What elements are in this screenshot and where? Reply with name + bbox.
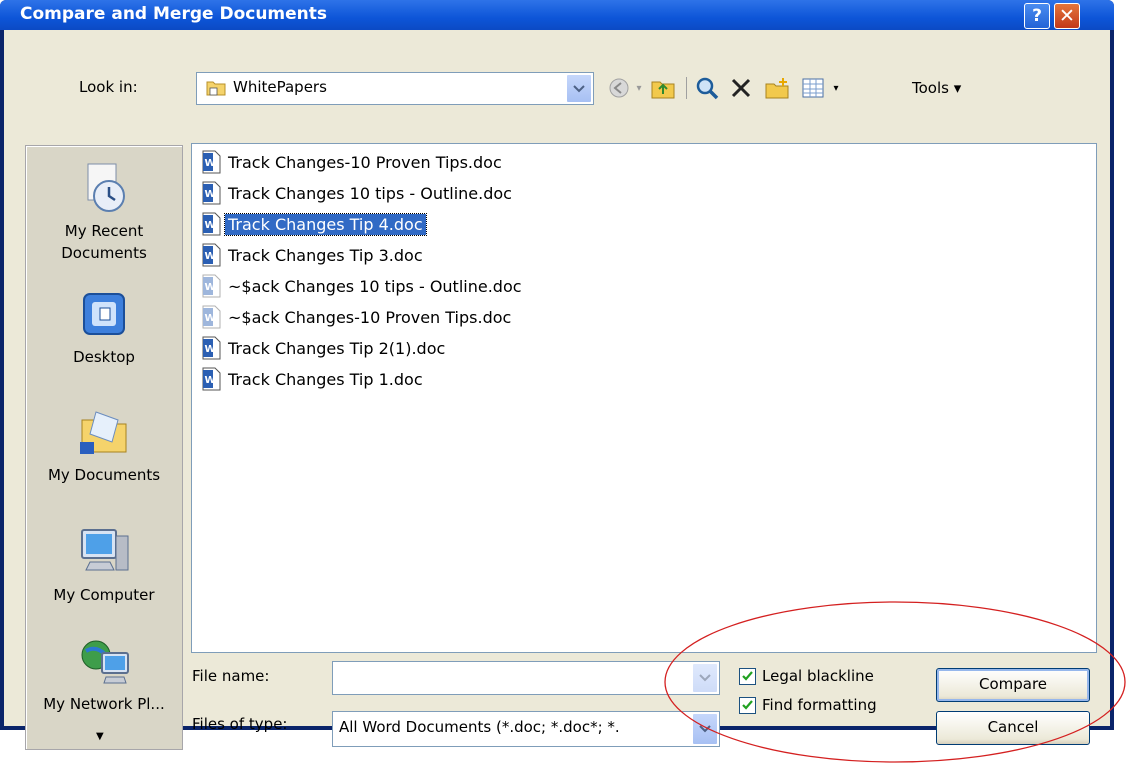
place-my-network[interactable]: My Network Pl... bbox=[26, 633, 182, 729]
folder-icon bbox=[206, 81, 226, 96]
toolbar-separator bbox=[684, 76, 688, 100]
word-document-icon: W bbox=[202, 212, 221, 236]
my-network-icon bbox=[81, 640, 129, 684]
file-item[interactable]: W ~$ack Changes-10 Proven Tips.doc bbox=[200, 304, 514, 330]
word-document-icon: W bbox=[202, 181, 221, 205]
file-name: Track Changes-10 Proven Tips.doc bbox=[228, 152, 502, 172]
file-name: Track Changes Tip 3.doc bbox=[228, 245, 423, 265]
legal-blackline-checkbox[interactable]: Legal blackline bbox=[739, 667, 874, 685]
place-my-documents[interactable]: My Documents bbox=[26, 404, 182, 486]
file-name: Track Changes Tip 2(1).doc bbox=[228, 338, 446, 358]
file-item[interactable]: W Track Changes Tip 4.doc bbox=[200, 211, 427, 237]
svg-text:W: W bbox=[205, 375, 216, 386]
tools-menu[interactable]: Tools ▾ bbox=[912, 79, 961, 97]
dialog-body: Look in: WhitePapers ▾ ▾ Tools ▾ My Rece… bbox=[4, 30, 1110, 750]
close-button[interactable]: ✕ bbox=[1054, 3, 1080, 29]
word-document-icon: W bbox=[202, 243, 221, 267]
back-dropdown-icon[interactable]: ▾ bbox=[632, 76, 646, 100]
checkbox-box[interactable] bbox=[739, 667, 756, 685]
file-item[interactable]: W Track Changes Tip 1.doc bbox=[200, 366, 426, 392]
desktop-icon bbox=[83, 293, 125, 335]
word-document-icon: W bbox=[202, 305, 221, 329]
file-type-label: Files of type: bbox=[192, 715, 288, 733]
find-formatting-label: Find formatting bbox=[762, 696, 877, 714]
file-name: ~$ack Changes 10 tips - Outline.doc bbox=[228, 276, 522, 296]
dialog-title: Compare and Merge Documents bbox=[20, 4, 328, 24]
place-my-recent-documents[interactable]: My Recent Documents bbox=[26, 160, 182, 264]
title-bar[interactable]: Compare and Merge Documents ? ✕ bbox=[0, 0, 1114, 30]
file-item[interactable]: W ~$ack Changes 10 tips - Outline.doc bbox=[200, 273, 525, 299]
places-scroll-down-icon[interactable]: ▼ bbox=[96, 731, 104, 742]
views-dropdown-icon[interactable]: ▾ bbox=[830, 76, 842, 100]
file-name: Track Changes Tip 1.doc bbox=[228, 369, 423, 389]
chevron-down-icon[interactable] bbox=[692, 713, 718, 745]
place-label: Desktop bbox=[73, 348, 135, 366]
help-button[interactable]: ? bbox=[1024, 3, 1050, 29]
chevron-down-icon[interactable] bbox=[566, 74, 592, 103]
svg-text:W: W bbox=[205, 220, 216, 231]
recent-documents-icon bbox=[87, 163, 125, 212]
file-name: ~$ack Changes-10 Proven Tips.doc bbox=[228, 307, 512, 327]
new-folder-icon[interactable] bbox=[762, 76, 792, 100]
word-document-icon: W bbox=[202, 336, 221, 360]
dialog-window: Compare and Merge Documents ? ✕ Look in:… bbox=[0, 0, 1114, 750]
compare-button[interactable]: Compare bbox=[936, 668, 1090, 702]
file-type-select[interactable]: All Word Documents (*.doc; *.doc*; *. bbox=[332, 711, 720, 747]
file-item[interactable]: W Track Changes Tip 3.doc bbox=[200, 242, 426, 268]
place-label: My Recent Documents bbox=[61, 222, 147, 262]
word-document-icon: W bbox=[202, 274, 221, 298]
cancel-button[interactable]: Cancel bbox=[936, 711, 1090, 745]
svg-text:W: W bbox=[205, 344, 216, 355]
file-type-value: All Word Documents (*.doc; *.doc*; *. bbox=[339, 718, 620, 736]
svg-text:W: W bbox=[205, 282, 216, 293]
place-desktop[interactable]: Desktop bbox=[26, 286, 182, 368]
my-documents-icon bbox=[80, 411, 127, 454]
file-name: Track Changes 10 tips - Outline.doc bbox=[228, 183, 512, 203]
svg-text:W: W bbox=[205, 158, 216, 169]
look-in-label: Look in: bbox=[79, 78, 138, 96]
word-document-icon: W bbox=[202, 150, 221, 174]
views-icon[interactable] bbox=[798, 76, 828, 100]
file-name-input[interactable] bbox=[332, 661, 720, 695]
file-item[interactable]: W Track Changes 10 tips - Outline.doc bbox=[200, 180, 515, 206]
place-my-computer[interactable]: My Computer bbox=[26, 524, 182, 606]
find-formatting-checkbox[interactable]: Find formatting bbox=[739, 696, 877, 714]
svg-text:W: W bbox=[205, 189, 216, 200]
place-label: My Network Pl... bbox=[43, 695, 165, 713]
file-list[interactable]: W Track Changes-10 Proven Tips.doc W Track … bbox=[191, 143, 1097, 653]
file-item[interactable]: W Track Changes Tip 2(1).doc bbox=[200, 335, 448, 361]
search-web-icon[interactable] bbox=[692, 76, 722, 100]
chevron-down-icon[interactable] bbox=[692, 663, 718, 693]
file-name: Track Changes Tip 4.doc bbox=[224, 212, 427, 236]
checkbox-box[interactable] bbox=[739, 696, 756, 714]
place-label: My Documents bbox=[47, 466, 161, 484]
up-folder-icon[interactable] bbox=[648, 76, 678, 100]
file-item[interactable]: W Track Changes-10 Proven Tips.doc bbox=[200, 149, 505, 175]
delete-icon[interactable] bbox=[726, 76, 756, 100]
legal-blackline-label: Legal blackline bbox=[762, 667, 874, 685]
svg-text:W: W bbox=[205, 313, 216, 324]
word-document-icon: W bbox=[202, 367, 221, 391]
places-bar: My Recent Documents Desktop My Documents bbox=[25, 145, 183, 750]
place-label: My Computer bbox=[53, 586, 155, 604]
back-icon[interactable] bbox=[604, 76, 634, 100]
file-name-label: File name: bbox=[192, 667, 270, 685]
look-in-value: WhitePapers bbox=[233, 78, 327, 96]
look-in-combo[interactable]: WhitePapers bbox=[196, 72, 594, 105]
my-computer-icon bbox=[81, 529, 129, 571]
svg-text:W: W bbox=[205, 251, 216, 262]
